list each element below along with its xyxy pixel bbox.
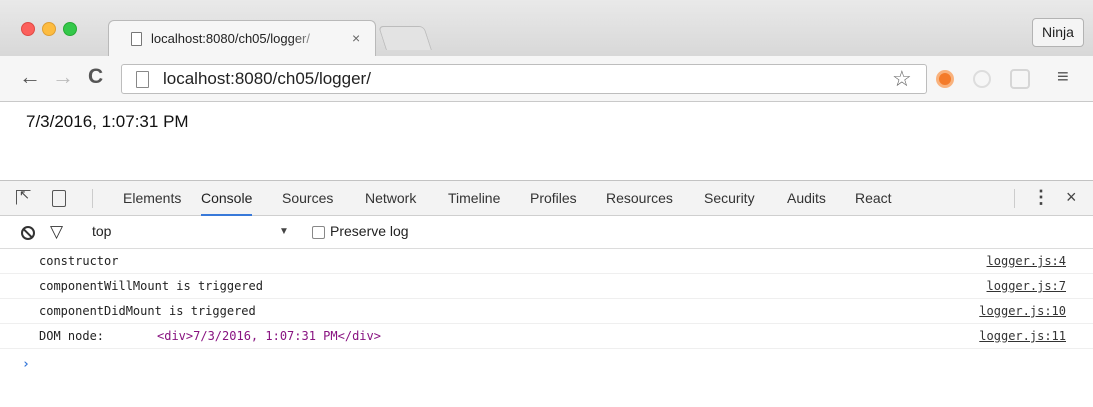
page-info-icon[interactable] [136,71,149,88]
tab-network[interactable]: Network [365,181,416,216]
console-toolbar: ▽ top ▼ Preserve log [0,216,1093,249]
extension-circle-icon[interactable] [973,70,991,88]
chevron-down-icon[interactable]: ▼ [279,226,289,237]
source-link[interactable]: logger.js:11 [979,329,1066,343]
device-mode-icon[interactable] [52,190,66,207]
inspect-element-icon[interactable] [16,187,31,205]
tab-title: localhost:8080/ch05/logger/ [151,31,311,46]
source-link[interactable]: logger.js:4 [987,254,1066,268]
tab-audits[interactable]: Audits [787,181,826,216]
menu-icon[interactable]: ≡ [1057,67,1069,87]
clear-console-icon[interactable] [21,226,35,240]
tab-timeline[interactable]: Timeline [448,181,500,216]
divider [1014,189,1015,208]
dom-node-value[interactable]: <div>7/3/2016, 1:07:31 PM</div> [157,329,381,343]
minimize-window-button[interactable] [42,22,56,36]
extension-orange-icon[interactable] [936,70,954,88]
tab-elements[interactable]: Elements [123,181,181,216]
reload-icon[interactable]: C [88,65,103,89]
filter-icon[interactable]: ▽ [50,222,63,242]
address-bar[interactable]: localhost:8080/ch05/logger/ ☆ [121,64,927,94]
source-link[interactable]: logger.js:7 [987,279,1066,293]
browser-toolbar: ← → C localhost:8080/ch05/logger/ ☆ ≡ [0,56,1093,102]
message-text: DOM node: [39,329,105,343]
tab-security[interactable]: Security [704,181,755,216]
more-options-icon[interactable]: ⋮ [1032,187,1050,208]
console-message: componentWillMount is triggered logger.j… [0,274,1093,299]
close-window-button[interactable] [21,22,35,36]
title-bar: localhost:8080/ch05/logger/ × Ninja [0,0,1093,56]
tab-sources[interactable]: Sources [282,181,333,216]
console-message: DOM node: <div>7/3/2016, 1:07:31 PM</div… [0,324,1093,349]
console-messages: constructor logger.js:4 componentWillMou… [0,249,1093,349]
back-arrow-icon[interactable]: ← [19,65,41,89]
message-text: componentWillMount is triggered [39,279,263,293]
browser-tab[interactable]: localhost:8080/ch05/logger/ × [108,20,376,56]
extension-gear-icon[interactable] [1010,69,1030,89]
console-message: componentDidMount is triggered logger.js… [0,299,1093,324]
forward-arrow-icon[interactable]: → [52,65,74,89]
bookmark-star-icon[interactable]: ☆ [892,66,912,92]
tab-profiles[interactable]: Profiles [530,181,577,216]
devtools-panel: Elements Console Sources Network Timelin… [0,180,1093,407]
zoom-window-button[interactable] [63,22,77,36]
devtools-tab-bar: Elements Console Sources Network Timelin… [0,181,1093,216]
close-devtools-icon[interactable]: × [1066,187,1077,208]
url-text[interactable]: localhost:8080/ch05/logger/ [163,69,371,89]
tab-resources[interactable]: Resources [606,181,673,216]
tab-react[interactable]: React [855,181,892,216]
console-message: constructor logger.js:4 [0,249,1093,274]
console-prompt-icon[interactable]: › [22,357,30,372]
page-icon [131,32,142,46]
context-selector[interactable]: top [92,223,111,239]
preserve-log-checkbox[interactable] [312,226,325,239]
preserve-log-label[interactable]: Preserve log [330,223,409,239]
tab-close-icon[interactable]: × [352,30,360,46]
new-tab-button[interactable] [378,26,432,50]
tab-console[interactable]: Console [201,181,253,216]
page-date-text: 7/3/2016, 1:07:31 PM [26,112,189,131]
source-link[interactable]: logger.js:10 [979,304,1066,318]
profile-button[interactable]: Ninja [1032,18,1084,47]
message-text: componentDidMount is triggered [39,304,256,318]
divider [92,189,93,208]
message-text: constructor [39,254,119,268]
